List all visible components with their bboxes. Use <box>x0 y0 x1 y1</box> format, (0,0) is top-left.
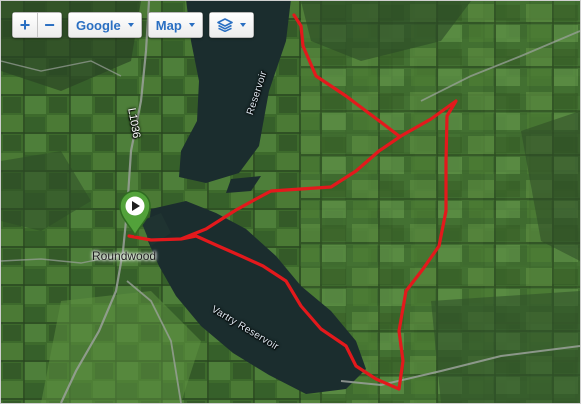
chevron-down-icon <box>239 23 246 27</box>
maptype-button[interactable]: Map <box>148 13 202 37</box>
maptype-dropdown[interactable]: Map <box>147 12 203 38</box>
start-marker[interactable] <box>116 187 154 237</box>
zoom-out-button[interactable]: − <box>37 13 61 37</box>
layers-icon <box>216 18 233 32</box>
satellite-imagery <box>1 1 580 403</box>
chevron-down-icon <box>188 23 195 27</box>
maptype-label: Map <box>155 17 182 33</box>
zoom-controls: + − <box>12 12 62 38</box>
provider-dropdown[interactable]: Google <box>68 12 142 38</box>
town-label: Roundwood <box>92 249 157 263</box>
provider-button[interactable]: Google <box>69 13 141 37</box>
map-viewport[interactable]: + − Google Map L1036 Reservoir Vartry Re… <box>0 0 581 404</box>
layers-dropdown[interactable] <box>208 12 254 38</box>
map-controls: + − Google Map <box>12 12 254 38</box>
provider-label: Google <box>76 17 121 33</box>
chevron-down-icon <box>127 23 134 27</box>
layers-button[interactable] <box>209 13 253 37</box>
zoom-in-button[interactable]: + <box>13 13 37 37</box>
map-pin-icon <box>119 190 151 237</box>
